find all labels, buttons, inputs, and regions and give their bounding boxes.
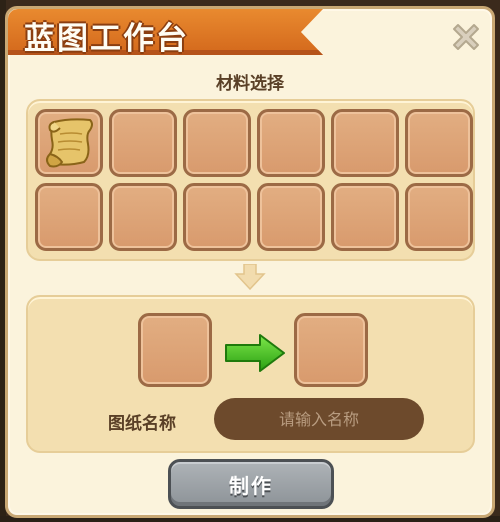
input-blueprint-slot[interactable] xyxy=(138,313,212,387)
material-slot-10[interactable] xyxy=(257,183,325,251)
materials-grid-frame xyxy=(26,99,475,261)
material-slot-11[interactable] xyxy=(331,183,399,251)
material-slot-5[interactable] xyxy=(331,109,399,177)
blueprint-workbench-panel: 蓝图工作台 材料选择 图纸名称 请输入名称 制作 xyxy=(5,6,495,518)
craft-frame: 图纸名称 xyxy=(26,295,475,453)
material-slot-3[interactable] xyxy=(183,109,251,177)
material-slot-2[interactable] xyxy=(109,109,177,177)
output-blueprint-slot[interactable] xyxy=(294,313,368,387)
blueprint-name-input[interactable] xyxy=(214,398,424,440)
material-slot-6[interactable] xyxy=(405,109,473,177)
window-title: 蓝图工作台 xyxy=(24,21,189,57)
close-x-icon xyxy=(453,24,479,50)
make-button[interactable]: 制作 xyxy=(168,459,334,509)
close-button[interactable] xyxy=(446,17,486,57)
material-slot-8[interactable] xyxy=(109,183,177,251)
right-arrow-icon xyxy=(225,334,285,372)
material-slot-4[interactable] xyxy=(257,109,325,177)
materials-slot-grid xyxy=(35,109,473,251)
material-slot-9[interactable] xyxy=(183,183,251,251)
blueprint-name-label: 图纸名称 xyxy=(108,414,176,434)
down-arrow-icon xyxy=(234,264,266,290)
material-slot-7[interactable] xyxy=(35,183,103,251)
blueprint-scroll-icon xyxy=(46,118,93,168)
materials-section-label: 材料选择 xyxy=(216,74,284,94)
material-slot-1[interactable] xyxy=(35,109,103,177)
material-slot-12[interactable] xyxy=(405,183,473,251)
